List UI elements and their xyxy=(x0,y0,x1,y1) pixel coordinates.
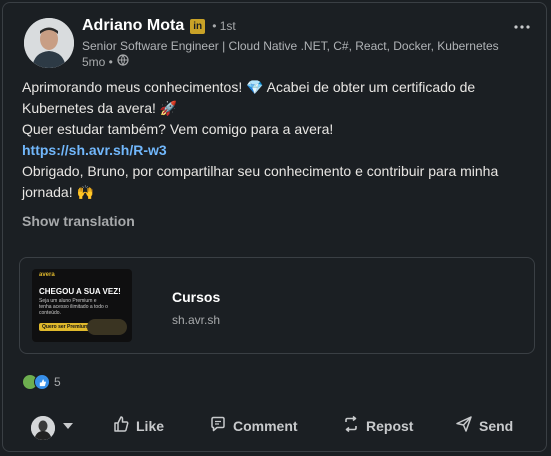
thumb-cta: Quero ser Premium xyxy=(39,323,92,331)
connection-degree: • 1st xyxy=(212,19,236,33)
repost-icon xyxy=(342,415,360,436)
post-meta: 5mo • xyxy=(82,54,129,69)
thumb-decoration xyxy=(87,319,127,335)
action-bar: Like Comment Repost Send xyxy=(3,408,548,448)
more-options-icon[interactable] xyxy=(514,13,530,34)
premium-badge-icon: in xyxy=(190,18,206,34)
send-button[interactable]: Send xyxy=(455,415,513,436)
thumb-brand: avera xyxy=(39,272,55,278)
author-name[interactable]: Adriano Mota xyxy=(82,17,184,35)
chevron-down-icon[interactable] xyxy=(63,418,73,432)
send-label: Send xyxy=(479,417,514,434)
like-icon xyxy=(34,374,50,390)
link-preview-thumbnail[interactable]: avera CHEGOU A SUA VEZ! Seja um aluno Pr… xyxy=(32,269,132,342)
link-preview-title[interactable]: Cursos xyxy=(172,289,220,305)
reaction-count[interactable]: 5 xyxy=(54,375,61,389)
post-line-3: Obrigado, Bruno, por compartilhar seu co… xyxy=(22,163,499,200)
author-headline: Senior Software Engineer | Cloud Native … xyxy=(82,39,499,53)
comment-button[interactable]: Comment xyxy=(209,415,298,436)
thumb-subtext: Seja um aluno Premium e tenha acesso ili… xyxy=(39,298,108,316)
repost-button[interactable]: Repost xyxy=(342,415,413,436)
post-card: Adriano Mota in • 1st Senior Software En… xyxy=(2,2,547,452)
comment-label: Comment xyxy=(233,417,298,434)
post-line-1: Aprimorando meus conhecimentos! 💎 Acabei… xyxy=(22,79,476,116)
author-name-row: Adriano Mota in • 1st xyxy=(82,17,236,35)
actor-avatar[interactable] xyxy=(31,416,55,440)
thumbs-up-icon xyxy=(112,415,130,436)
post-body: Aprimorando meus conhecimentos! 💎 Acabei… xyxy=(22,77,527,203)
like-button[interactable]: Like xyxy=(112,415,164,436)
post-time: 5mo • xyxy=(82,54,113,69)
reactions-summary[interactable]: 5 xyxy=(22,374,61,390)
send-icon xyxy=(455,415,473,436)
link-preview-domain: sh.avr.sh xyxy=(172,313,221,327)
repost-label: Repost xyxy=(366,417,414,434)
like-label: Like xyxy=(136,417,165,434)
globe-icon xyxy=(117,54,129,69)
post-line-2: Quer estudar também? Vem comigo para a a… xyxy=(22,121,334,137)
link-preview-card[interactable]: avera CHEGOU A SUA VEZ! Seja um aluno Pr… xyxy=(19,257,535,354)
thumb-headline: CHEGOU A SUA VEZ! xyxy=(39,287,121,296)
author-avatar[interactable] xyxy=(24,18,74,68)
comment-icon xyxy=(209,415,227,436)
show-translation-button[interactable]: Show translation xyxy=(22,213,135,229)
post-link[interactable]: https://sh.avr.sh/R-w3 xyxy=(22,142,167,158)
